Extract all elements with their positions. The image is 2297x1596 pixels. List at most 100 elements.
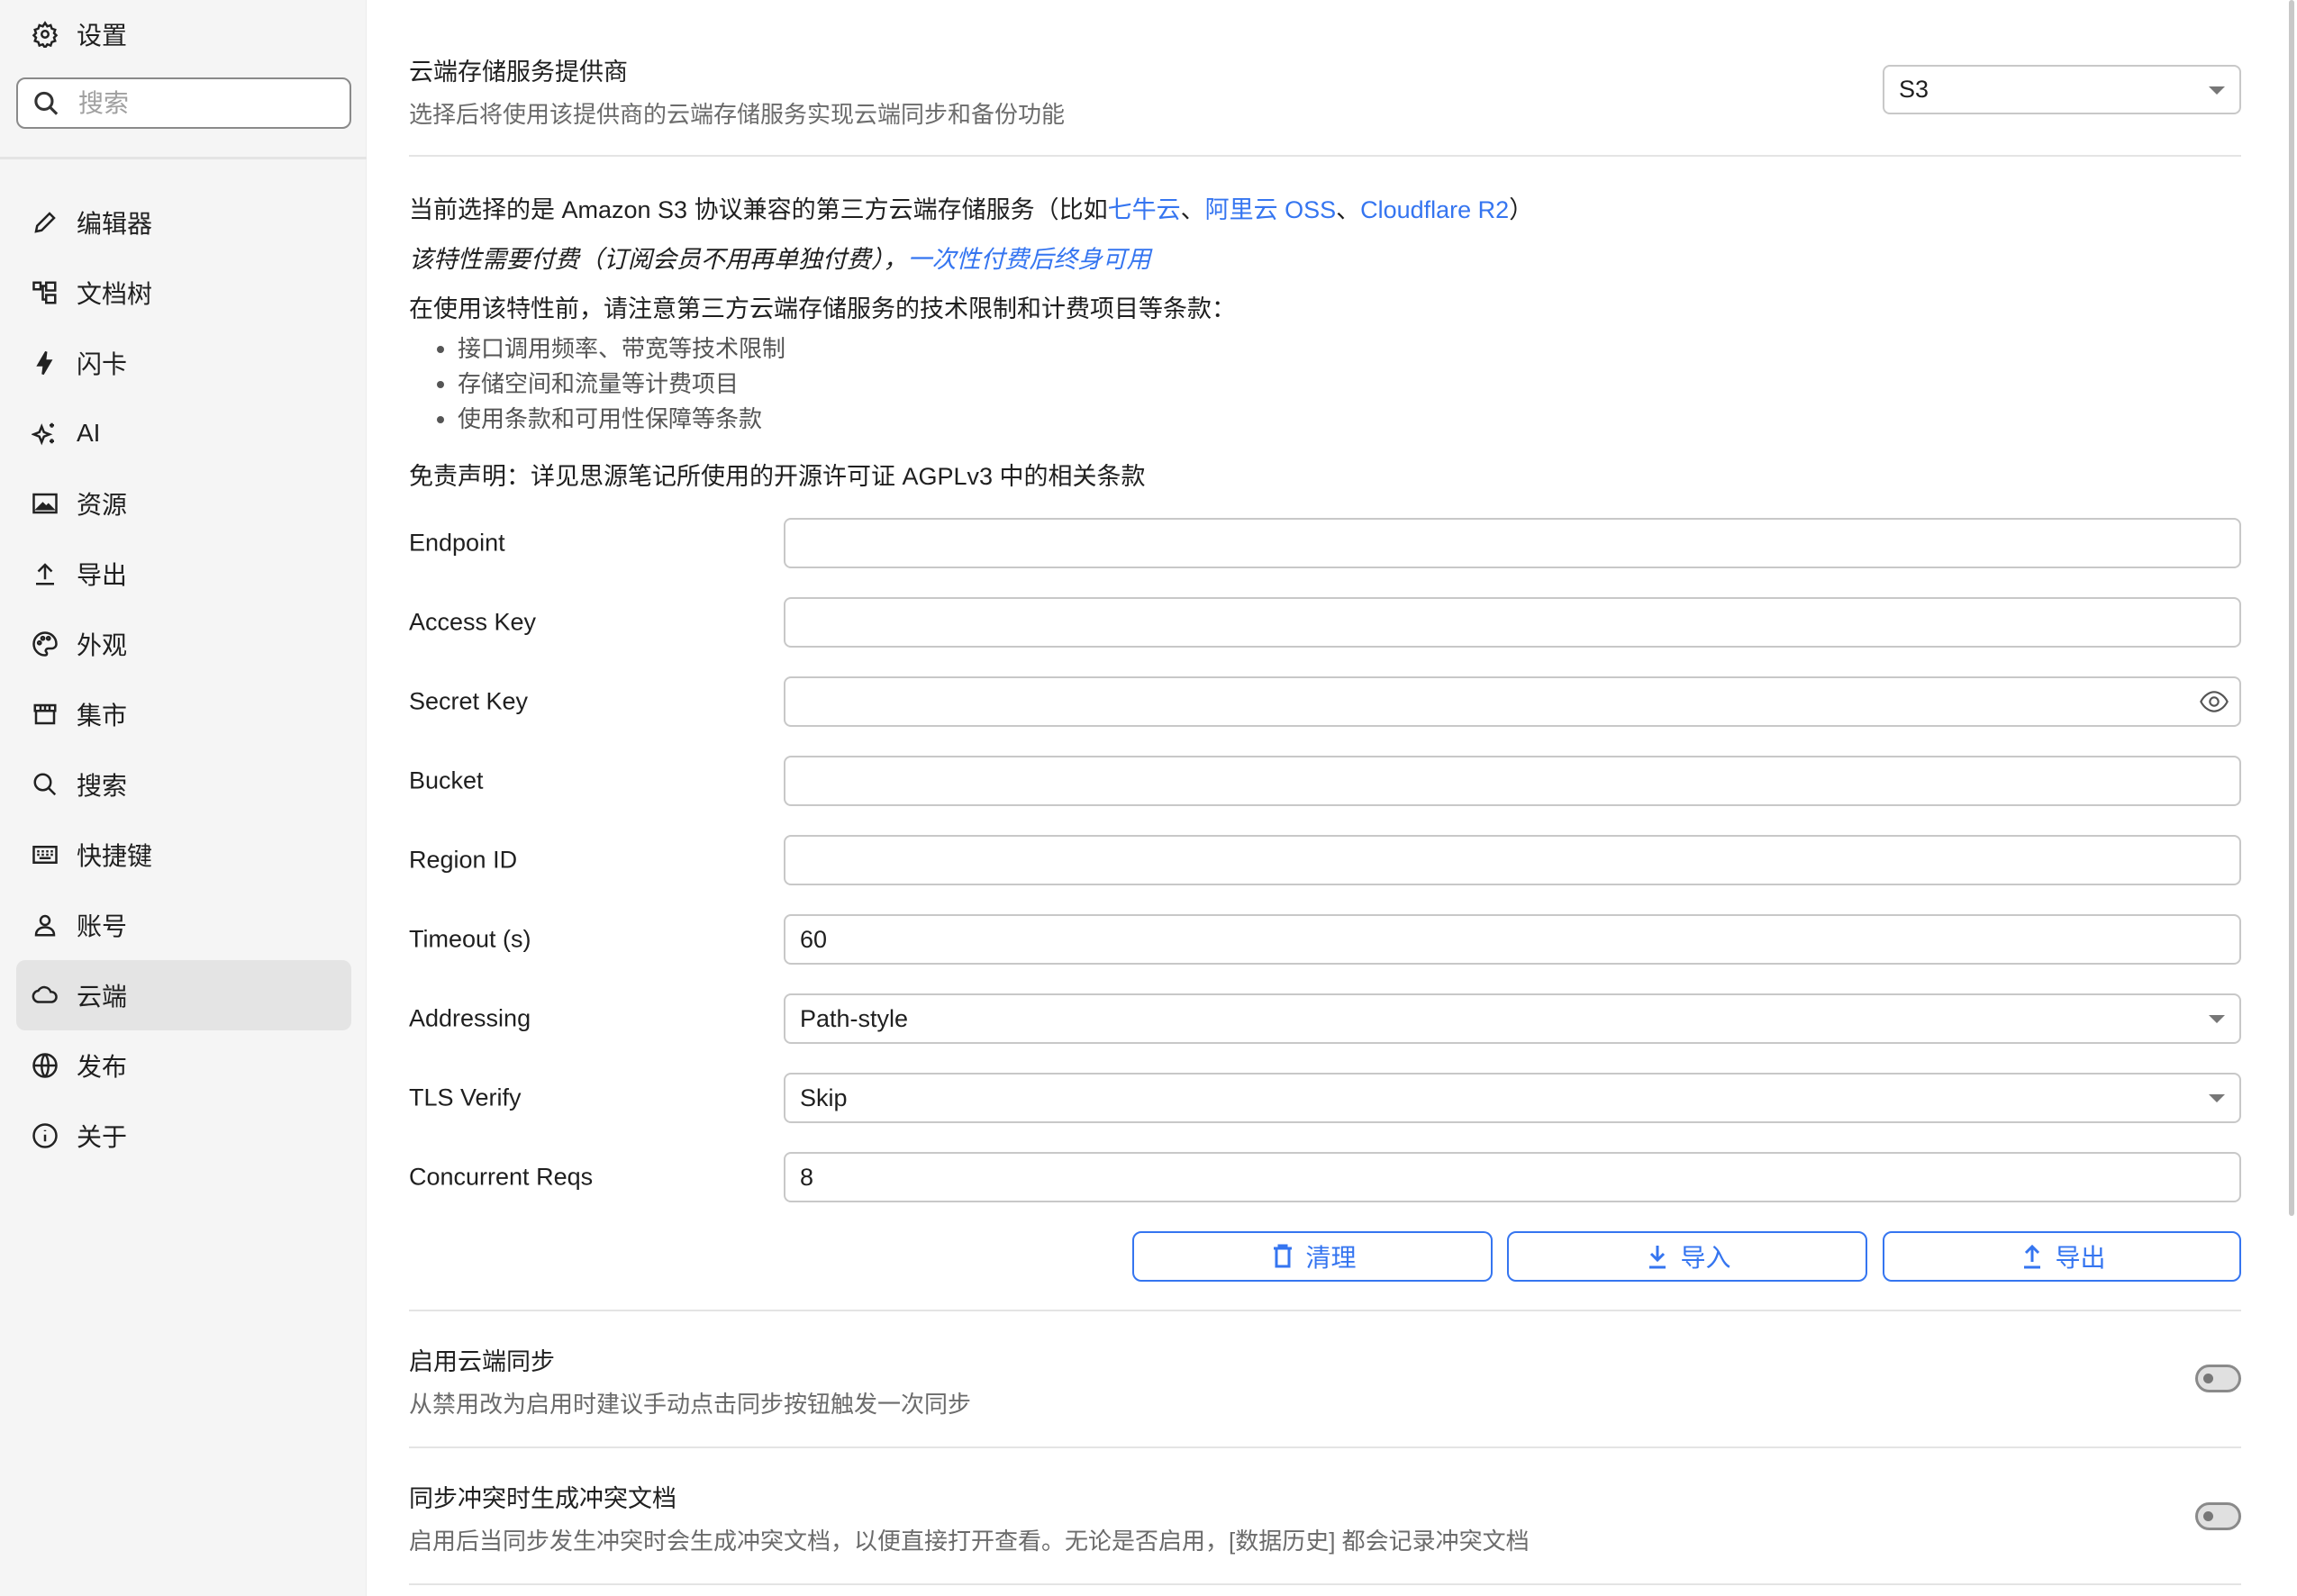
info-line-2: 该特性需要付费（订阅会员不用再单独付费），一次性付费后终身可用 <box>409 240 1151 275</box>
export-label: 导出 <box>2055 1238 2105 1274</box>
info-icon <box>31 1122 59 1150</box>
timeout-label: Timeout (s) <box>409 926 531 954</box>
chevron-down-icon <box>2209 1094 2225 1102</box>
settings-header: 设置 <box>31 16 127 52</box>
link-lifetime[interactable]: 一次性付费后终身可用 <box>908 246 1151 273</box>
purge-label: 清理 <box>1305 1238 1356 1274</box>
divider <box>409 1446 2241 1448</box>
sidebar-item-2[interactable]: 闪卡 <box>16 328 351 398</box>
sidebar-item-label: 闪卡 <box>77 345 127 381</box>
terms-list: 接口调用频率、带宽等技术限制 存储空间和流量等计费项目 使用条款和可用性保障等条… <box>440 331 785 437</box>
chevron-down-icon <box>2209 1015 2225 1023</box>
divider <box>409 1310 2241 1311</box>
provider-select[interactable]: S3 <box>1883 65 2241 114</box>
disclaimer: 免责声明：详见思源笔记所使用的开源许可证 AGPLv3 中的相关条款 <box>409 457 1146 492</box>
secret_key-label: Secret Key <box>409 688 528 716</box>
sidebar-item-11[interactable]: 云端 <box>16 960 351 1030</box>
search-input[interactable] <box>78 89 313 118</box>
tls-label: TLS Verify <box>409 1084 522 1112</box>
divider <box>409 1583 2241 1585</box>
sidebar-item-4[interactable]: 资源 <box>16 468 351 539</box>
sidebar-item-label: AI <box>77 419 100 448</box>
tls-value: Skip <box>800 1084 848 1112</box>
store-icon <box>31 701 59 729</box>
endpoint-input[interactable] <box>784 518 2241 568</box>
link-qiniu[interactable]: 七牛云 <box>1108 196 1181 223</box>
info-text: 当前选择的是 Amazon S3 协议兼容的第三方云端存储服务（比如 <box>409 196 1108 223</box>
sidebar-item-10[interactable]: 账号 <box>16 890 351 960</box>
sidebar-item-label: 文档树 <box>77 275 152 311</box>
scrollbar[interactable] <box>2289 0 2294 1216</box>
globe-icon <box>31 1052 59 1080</box>
sidebar-item-label: 导出 <box>77 556 127 592</box>
sidebar-item-label: 资源 <box>77 485 127 521</box>
addressing-label: Addressing <box>409 1005 531 1033</box>
provider-desc: 选择后将使用该提供商的云端存储服务实现云端同步和备份功能 <box>409 96 1065 130</box>
settings-title: 设置 <box>77 16 127 52</box>
tls-select[interactable]: Skip <box>784 1073 2241 1123</box>
bucket-input[interactable] <box>784 756 2241 806</box>
bolt-icon <box>31 349 59 377</box>
export-button[interactable]: 导出 <box>1883 1231 2241 1282</box>
sidebar-item-3[interactable]: AI <box>16 398 351 468</box>
sidebar-item-0[interactable]: 编辑器 <box>16 187 351 258</box>
addressing-select[interactable]: Path-style <box>784 993 2241 1044</box>
sidebar-item-6[interactable]: 外观 <box>16 609 351 679</box>
info-text: ） <box>1509 196 1533 223</box>
info-line-3: 在使用该特性前，请注意第三方云端存储服务的技术限制和计费项目等条款： <box>409 289 1236 324</box>
import-label: 导入 <box>1680 1238 1730 1274</box>
concurrent-label: Concurrent Reqs <box>409 1164 593 1192</box>
sidebar-item-label: 关于 <box>77 1118 127 1154</box>
sidebar-item-7[interactable]: 集市 <box>16 679 351 749</box>
sidebar-item-1[interactable]: 文档树 <box>16 258 351 328</box>
list-item: 存储空间和流量等计费项目 <box>458 367 785 402</box>
conflict-title: 同步冲突时生成冲突文档 <box>409 1479 676 1514</box>
upload-icon <box>2018 1243 2046 1271</box>
region-label: Region ID <box>409 847 517 875</box>
search-box[interactable] <box>16 77 351 129</box>
sidebar-item-label: 编辑器 <box>77 204 152 240</box>
tree-icon <box>31 279 59 307</box>
concurrent-input[interactable]: 8 <box>784 1152 2241 1202</box>
endpoint-label: Endpoint <box>409 530 505 558</box>
list-item: 使用条款和可用性保障等条款 <box>458 402 785 437</box>
sidebar-item-label: 发布 <box>77 1047 127 1084</box>
upload-icon <box>31 560 59 588</box>
sidebar-item-9[interactable]: 快捷键 <box>16 820 351 890</box>
sparkle-icon <box>31 420 59 448</box>
secret_key-input[interactable] <box>784 676 2241 727</box>
conflict-toggle[interactable] <box>2195 1502 2241 1530</box>
keyboard-icon <box>31 841 59 869</box>
sync-toggle[interactable] <box>2195 1365 2241 1392</box>
separator: 、 <box>1336 196 1360 223</box>
sidebar-item-label: 快捷键 <box>77 837 152 873</box>
trash-icon <box>1268 1243 1296 1271</box>
info-text: 该特性需要付费（订阅会员不用再单独付费）， <box>409 246 908 273</box>
separator: 、 <box>1181 196 1205 223</box>
sidebar-item-12[interactable]: 发布 <box>16 1030 351 1101</box>
provider-value: S3 <box>1899 76 1929 104</box>
user-icon <box>31 911 59 939</box>
bucket-label: Bucket <box>409 767 484 795</box>
region-input[interactable] <box>784 835 2241 885</box>
sidebar: 设置 编辑器文档树闪卡 AI 资源导出外观集市搜索快捷键账号云端发布关于 <box>0 0 367 1596</box>
link-aliyun-oss[interactable]: 阿里云 OSS <box>1205 196 1337 223</box>
sidebar-item-8[interactable]: 搜索 <box>16 749 351 820</box>
sidebar-item-label: 云端 <box>77 977 127 1013</box>
provider-title: 云端存储服务提供商 <box>409 52 628 87</box>
gear-icon <box>31 21 59 49</box>
link-cloudflare-r2[interactable]: Cloudflare R2 <box>1360 196 1509 223</box>
sidebar-item-label: 外观 <box>77 626 127 662</box>
cloud-icon <box>31 982 59 1010</box>
concurrent-value: 8 <box>800 1164 813 1192</box>
image-icon <box>31 490 59 518</box>
import-button[interactable]: 导入 <box>1507 1231 1867 1282</box>
purge-button[interactable]: 清理 <box>1132 1231 1493 1282</box>
pencil-icon <box>31 209 59 237</box>
access_key-input[interactable] <box>784 597 2241 648</box>
sync-desc: 从禁用改为启用时建议手动点击同步按钮触发一次同步 <box>409 1386 971 1419</box>
sidebar-item-5[interactable]: 导出 <box>16 539 351 609</box>
timeout-input[interactable]: 60 <box>784 914 2241 965</box>
eye-icon[interactable] <box>2200 689 2229 721</box>
sidebar-item-13[interactable]: 关于 <box>16 1101 351 1171</box>
